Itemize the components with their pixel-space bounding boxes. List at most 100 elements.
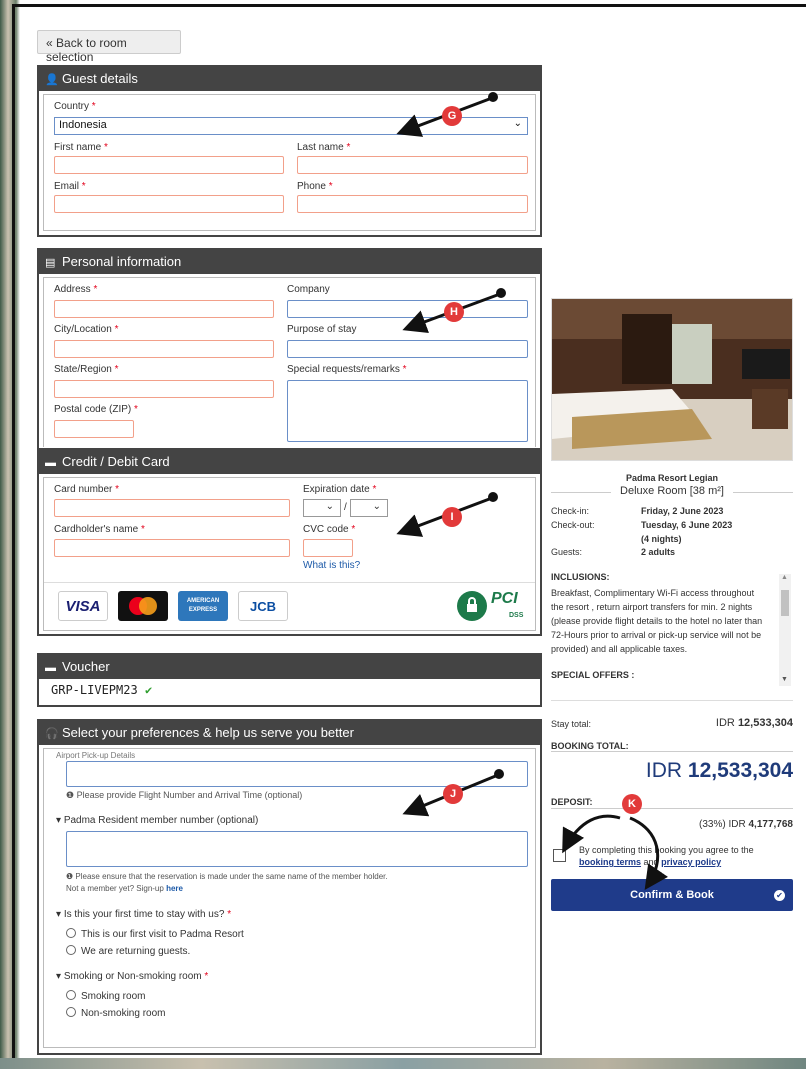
annotation-marker-h: H [444,302,464,322]
preferences-title: Select your preferences & help us serve … [62,725,354,740]
preferences-panel: 🎧 Select your preferences & help us serve… [37,719,542,1055]
annotation-marker-k: K [622,794,642,814]
inclusions-scrollbar[interactable]: ▲ ▼ [779,574,791,686]
country-value: Indonesia [59,119,107,131]
caret-down-icon: ▾ [56,815,62,826]
deposit-section: (33%) IDR 4,177,768 By completing this b… [551,808,793,868]
jcb-logo: JCB [238,591,288,621]
cardholder-input[interactable] [54,539,290,557]
member-number-textarea[interactable] [66,831,528,867]
booking-total-divider [551,751,793,752]
phone-input[interactable] [297,195,528,213]
first-name-input[interactable] [54,156,284,174]
inclusions-line-5: provided) and all applicable taxes. [551,644,688,654]
state-label: State/Region * [54,364,119,375]
company-input[interactable] [287,300,528,318]
city-input[interactable] [54,340,274,358]
cardholder-label: Cardholder's name * [54,524,145,535]
privacy-policy-link[interactable]: privacy policy [661,857,721,867]
expiry-year-select[interactable]: ⌄ [350,499,388,517]
first-time-label: ▾ Is this your first time to stay with u… [56,909,232,920]
airport-textarea[interactable] [66,761,528,787]
last-name-label: Last name * [297,142,351,153]
signup-link[interactable]: here [166,884,183,893]
cvc-label: CVC code * [303,524,356,535]
scroll-up-icon[interactable]: ▲ [781,574,788,581]
purpose-input[interactable] [287,340,528,358]
expiry-month-select[interactable]: ⌄ [303,499,341,517]
double-chevron-left-icon: « [46,36,53,50]
confirm-and-book-button[interactable]: Confirm & Book ✔ [551,879,793,911]
radio-non-smoking-room[interactable]: Non-smoking room [66,1007,165,1019]
caret-down-icon: ▾ [56,909,62,920]
radio-smoking-room[interactable]: Smoking room [66,990,145,1002]
member-label: ▾ Padma Resident member number (optional… [56,815,259,826]
pci-text: PCI [491,590,518,607]
company-label: Company [287,284,330,295]
checkin-label: Check-in: [551,506,590,516]
agree-links: booking terms and privacy policy [579,857,722,867]
inclusions-line-2: the resort , return airport transfers fo… [551,602,753,612]
mastercard-circles-icon [129,597,157,615]
agree-text: By completing this booking you agree to … [579,845,754,855]
annotation-marker-j: J [443,784,463,804]
what-is-this-link[interactable]: What is this? [303,560,360,571]
deposit-label: DEPOSIT: [551,797,593,807]
guests-value: 2 adults [641,547,676,557]
card-number-label: Card number * [54,484,120,495]
stay-details: Check-in: Friday, 2 June 2023 Check-out:… [551,504,793,564]
checkout-value: Tuesday, 6 June 2023 [641,520,733,530]
special-requests-textarea[interactable] [287,380,528,442]
city-label: City/Location * [54,324,119,335]
divider-right [733,492,793,493]
card-number-input[interactable] [54,499,290,517]
scroll-down-icon[interactable]: ▼ [781,676,788,683]
hotel-name: Padma Resort Legian [625,473,719,483]
airport-label: Airport Pick-up Details [56,751,136,760]
inclusions-box[interactable]: INCLUSIONS: Breakfast, Complimentary Wi-… [551,570,793,690]
id-card-icon: ▤ [45,257,56,269]
agree-terms-checkbox[interactable] [553,849,566,862]
scrollbar-thumb[interactable] [781,590,789,616]
email-label: Email * [54,181,86,192]
room-type: Deluxe Room [38 m²] [620,485,724,497]
guest-details-panel: 👤 Guest details Country * Indonesia ⌄ Fir… [37,65,542,237]
inclusions-title: INCLUSIONS: [551,572,610,582]
state-input[interactable] [54,380,274,398]
inclusions-line-3: (please provide flight details to the ho… [551,616,763,626]
card-header: ▬ Credit / Debit Card [39,450,540,474]
phone-label: Phone * [297,181,333,192]
voucher-code-field[interactable]: GRP-LIVEPM23 ✔ [39,679,540,705]
cvc-input[interactable] [303,539,353,557]
postal-input[interactable] [54,420,134,438]
guest-details-body: Country * Indonesia ⌄ First name * Last … [43,94,536,231]
radio-circle-icon [66,928,76,938]
inclusions-line-4: 72-Hours prior to arrival or pick-up ser… [551,630,762,640]
address-input[interactable] [54,300,274,318]
deposit-amount: (33%) IDR 4,177,768 [699,819,793,830]
personal-info-title: Personal information [62,254,182,269]
info-icon: ❶ [66,790,75,800]
secure-lock-icon [457,591,487,621]
radio-first-visit[interactable]: This is our first visit to Padma Resort [66,928,244,940]
voucher-title: Voucher [62,659,110,674]
chevron-down-icon: ⌄ [513,118,522,129]
hotel-room-image [552,299,792,460]
back-to-room-selection-button[interactable]: « Back to room selection [37,30,181,64]
personal-info-body: Address * Company City/Location * Purpos… [43,277,536,447]
smoking-label: ▾ Smoking or Non-smoking room * [56,971,209,982]
last-name-input[interactable] [297,156,528,174]
email-input[interactable] [54,195,284,213]
radio-returning-guests[interactable]: We are returning guests. [66,945,190,957]
user-icon: 👤 [45,74,59,86]
room-photo [551,298,793,461]
card-body: Card number * Expiration date * ⌄ / ⌄ Ca… [43,477,536,631]
guest-details-title: Guest details [62,71,138,86]
voucher-header: ▬ Voucher [39,655,540,679]
not-member-text: Not a member yet? Sign-up here [66,884,183,893]
country-label: Country * [54,101,96,112]
frame-top-border [12,4,806,7]
booking-terms-link[interactable]: booking terms [579,857,641,867]
check-circle-icon: ✔ [774,890,785,901]
checkout-label: Check-out: [551,520,595,530]
